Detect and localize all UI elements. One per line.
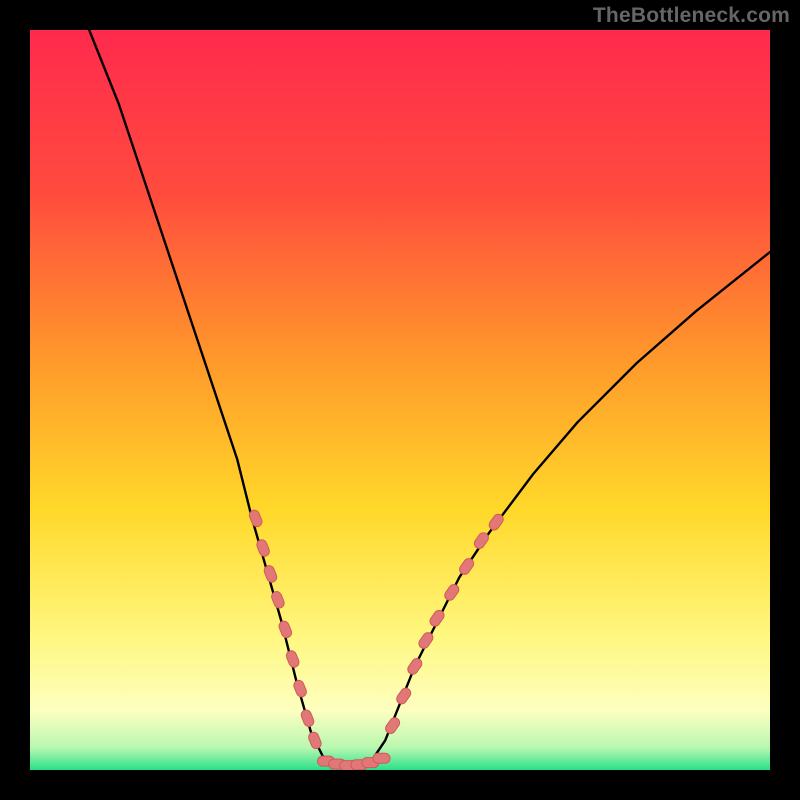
gradient-background	[30, 30, 770, 770]
plot-area	[30, 30, 770, 770]
chart-container: TheBottleneck.com	[0, 0, 800, 800]
data-marker	[373, 753, 390, 763]
bottleneck-chart	[30, 30, 770, 770]
watermark-text: TheBottleneck.com	[593, 4, 790, 28]
